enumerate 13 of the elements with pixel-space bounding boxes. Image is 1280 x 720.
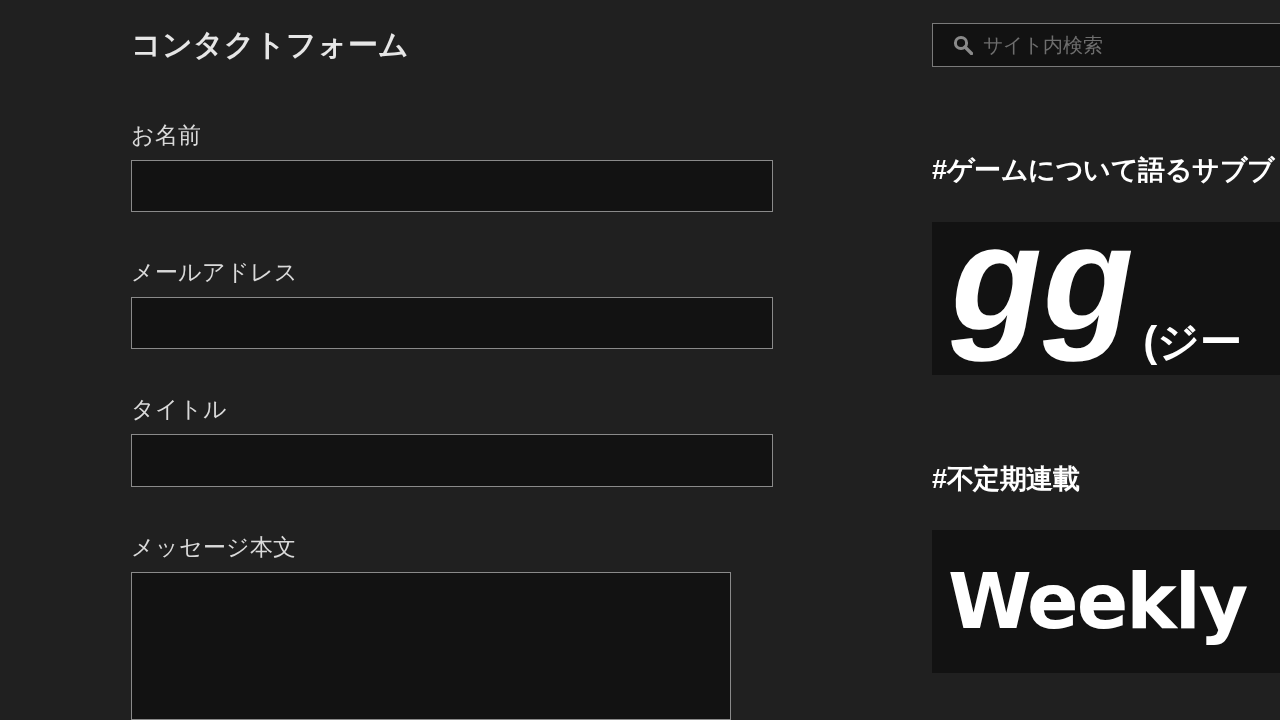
field-label: お名前 <box>131 121 202 150</box>
page-title: コンタクトフォーム <box>131 27 410 63</box>
text-input[interactable] <box>131 434 773 487</box>
field-label: メールアドレス <box>131 258 299 288</box>
banner-link[interactable]: Weekly <box>932 530 1280 673</box>
sidebar-heading: #ゲームについて語るサブブ <box>932 154 1276 187</box>
text-input[interactable] <box>131 160 773 213</box>
search-field[interactable]: サイト内検索 <box>932 23 1280 67</box>
field-label: メッセージ本文 <box>131 532 297 562</box>
field-label: タイトル <box>131 395 228 425</box>
search-icon <box>953 35 973 55</box>
sidebar-heading: #不定期連載 <box>932 463 1081 496</box>
text-input[interactable] <box>131 297 773 350</box>
